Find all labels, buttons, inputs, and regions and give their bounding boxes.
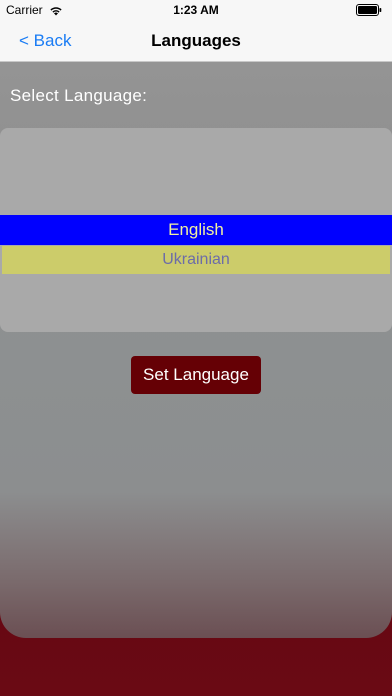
battery-icon [356,4,382,16]
picker-option-english[interactable]: English [0,215,392,245]
main-panel: Select Language: English Ukrainian Set L… [0,62,392,638]
status-time: 1:23 AM [173,3,219,17]
select-language-label: Select Language: [10,86,148,105]
navigation-bar: < Back Languages [0,20,392,62]
set-language-button[interactable]: Set Language [131,356,261,394]
picker-option-ukrainian[interactable]: Ukrainian [2,246,390,274]
status-bar: Carrier 1:23 AM [0,0,392,20]
page-title: Languages [151,31,241,50]
